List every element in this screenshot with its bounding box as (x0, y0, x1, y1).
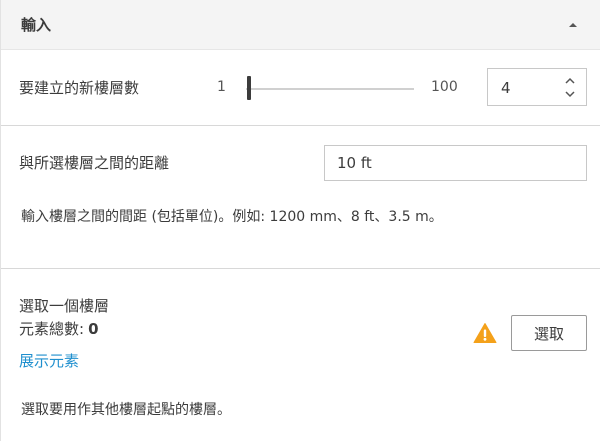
levels-slider-track[interactable] (246, 88, 414, 90)
select-level-title: 選取一個樓層 (19, 297, 110, 315)
select-level-help-text: 選取要用作其他樓層起點的樓層。 (21, 402, 231, 418)
element-count-value: 0 (88, 320, 99, 338)
distance-help-text: 輸入樓層之間的間距 (包括單位)。例如: 1200 mm、8 ft、3.5 m。 (21, 209, 443, 225)
panel-title: 輸入 (21, 16, 52, 34)
stepper-up-icon[interactable] (564, 77, 576, 85)
slider-min-label: 1 (217, 79, 226, 95)
show-elements-link[interactable]: 展示元素 (19, 350, 79, 371)
distance-input[interactable] (324, 145, 587, 181)
warning-triangle-icon (473, 323, 497, 343)
stepper-down-icon[interactable] (564, 90, 576, 98)
section-divider (1, 125, 600, 126)
distance-label: 與所選樓層之間的距離 (19, 154, 170, 172)
caret-up-icon[interactable] (567, 20, 579, 30)
levels-count-label: 要建立的新樓層數 (19, 79, 140, 97)
levels-slider-thumb[interactable] (247, 76, 251, 100)
select-level-button[interactable]: 選取 (511, 315, 587, 351)
section-divider (1, 268, 600, 269)
input-panel: 輸入 要建立的新樓層數 1 100 4 與所選樓層之間的距離 輸入樓層之間的間距… (0, 0, 600, 441)
levels-count-stepper[interactable]: 4 (487, 68, 587, 106)
panel-header[interactable]: 輸入 (1, 0, 600, 50)
element-count: 元素總數: 0 (19, 318, 99, 339)
slider-max-label: 100 (431, 79, 458, 95)
element-count-label: 元素總數: (19, 320, 85, 338)
stepper-value[interactable]: 4 (501, 79, 511, 97)
